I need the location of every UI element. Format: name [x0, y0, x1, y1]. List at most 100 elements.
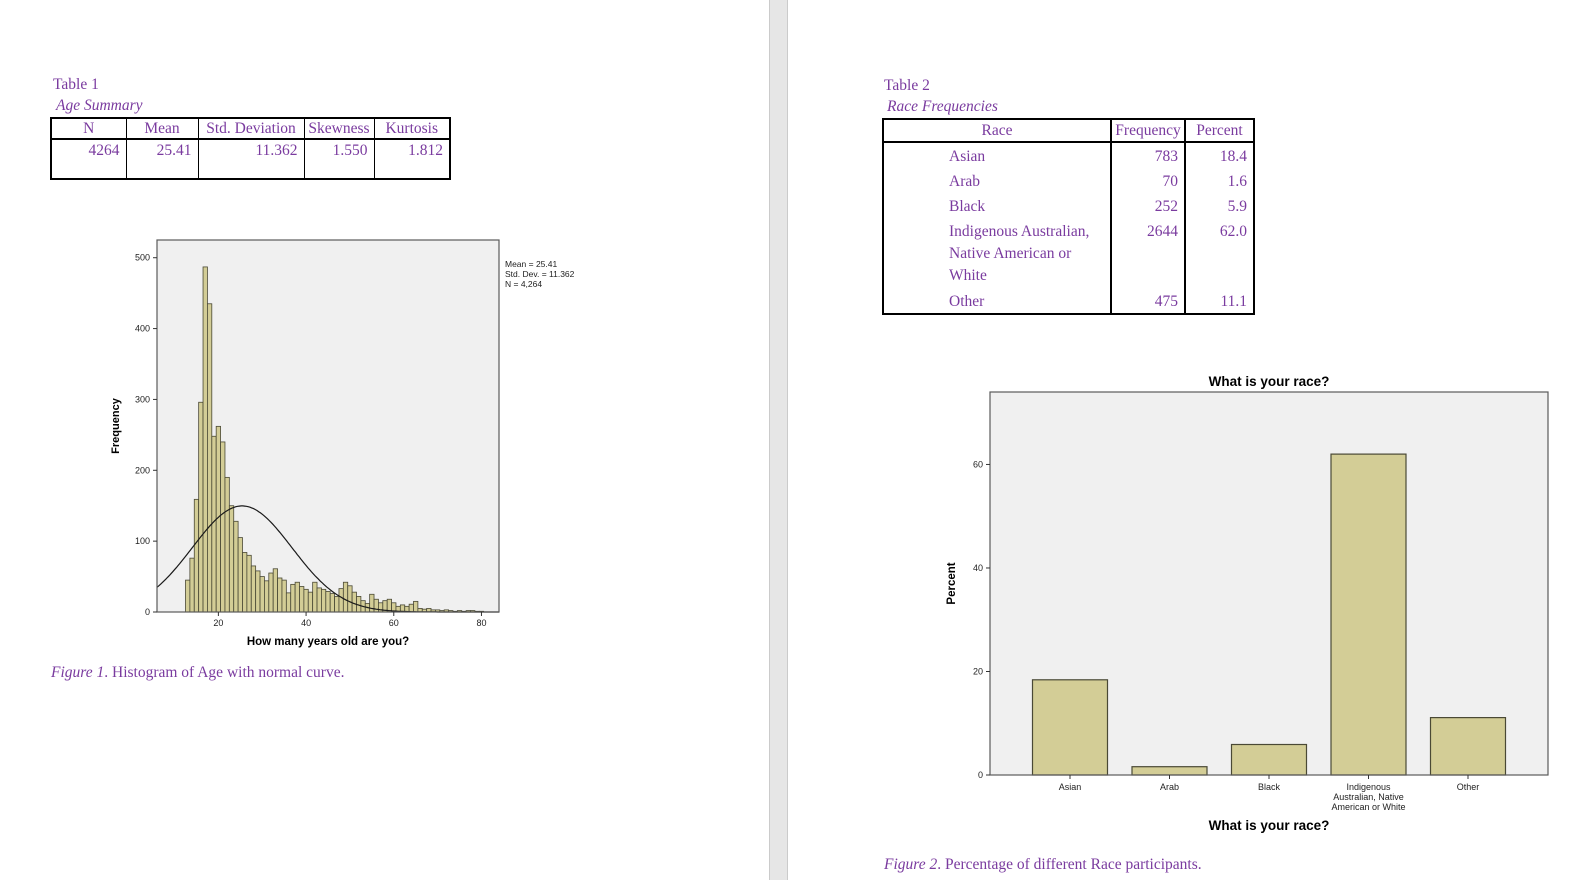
histogram-bar: [330, 594, 334, 612]
legend-line: Std. Dev. = 11.362: [505, 269, 575, 279]
histogram-bar: [352, 592, 356, 612]
y-tick-label: 20: [973, 666, 983, 676]
document-page-1: Table 1 Age Summary N Mean Std. Deviatio…: [0, 0, 769, 880]
page-gap-divider: [769, 0, 788, 880]
histogram-bar: [317, 588, 321, 612]
histogram-bar: [335, 596, 339, 612]
x-category-label: Australian, Native: [1333, 792, 1404, 802]
header-cell-mean: Mean: [126, 118, 198, 139]
table-row: Asian 783 18.4: [883, 142, 1254, 168]
y-tick-label: 100: [135, 536, 150, 546]
histogram-bar: [269, 573, 273, 612]
histogram-bar: [260, 577, 264, 612]
chart-title: What is your race?: [1209, 374, 1330, 389]
histogram-bar: [234, 521, 238, 612]
y-tick-label: 0: [978, 770, 983, 780]
figure1-caption: Figure 1. Histogram of Age with normal c…: [51, 664, 344, 682]
header-cell-race: Race: [883, 119, 1111, 142]
histogram-bar: [203, 267, 207, 612]
histogram-bar: [212, 436, 216, 612]
value-cell-stddev: 11.362: [198, 139, 304, 179]
histogram-bar: [321, 589, 325, 612]
table2-number: Table 2: [884, 77, 930, 95]
histogram-bar: [339, 589, 343, 612]
x-category-label: American or White: [1331, 802, 1405, 812]
y-tick-label: 500: [135, 253, 150, 263]
age-histogram-chart: 010020030040050020406080FrequencyHow man…: [100, 235, 600, 660]
x-category-label: Arab: [1160, 782, 1179, 792]
histogram-bar: [343, 582, 347, 612]
y-axis-title: Percent: [946, 562, 958, 604]
table1-number: Table 1: [53, 76, 99, 94]
histogram-bar: [300, 586, 304, 612]
race-bar-chart: 0204060AsianArabBlackIndigenousAustralia…: [935, 365, 1560, 845]
bar-indigenous: [1331, 454, 1406, 775]
histogram-bar: [273, 569, 277, 612]
table2-title: Race Frequencies: [887, 98, 998, 116]
x-axis-title: What is your race?: [1209, 818, 1330, 833]
histogram-bar: [264, 581, 268, 612]
table-header-row: N Mean Std. Deviation Skewness Kurtosis: [51, 118, 450, 139]
figure2-caption-text: . Percentage of different Race participa…: [937, 856, 1201, 873]
histogram-bar: [326, 591, 330, 612]
histogram-bar: [409, 604, 413, 612]
bar-black: [1232, 745, 1307, 776]
table-row: 4264 25.41 11.362 1.550 1.812: [51, 139, 450, 179]
frequency-cell: 70: [1111, 168, 1185, 193]
histogram-bar: [348, 586, 352, 612]
y-axis-title: Frequency: [110, 397, 122, 454]
histogram-bar: [304, 589, 308, 612]
age-summary-table: N Mean Std. Deviation Skewness Kurtosis …: [50, 117, 451, 180]
value-cell-n: 4264: [51, 139, 126, 179]
table-row: Other 475 11.1: [883, 288, 1254, 314]
legend-line: Mean = 25.41: [505, 259, 557, 269]
race-cell: Asian: [883, 142, 1111, 168]
frequency-cell: 252: [1111, 193, 1185, 218]
header-cell-frequency: Frequency: [1111, 119, 1185, 142]
header-cell-stddev: Std. Deviation: [198, 118, 304, 139]
x-category-label: Black: [1258, 782, 1281, 792]
header-cell-n: N: [51, 118, 126, 139]
value-cell-kurtosis: 1.812: [374, 139, 450, 179]
table-header-row: Race Frequency Percent: [883, 119, 1254, 142]
figure2-caption-label: Figure 2: [884, 856, 937, 873]
histogram-bar: [229, 506, 233, 612]
race-cell: Black: [883, 193, 1111, 218]
table-row: Black 252 5.9: [883, 193, 1254, 218]
bar-arab: [1132, 767, 1207, 775]
bar-other: [1431, 718, 1506, 775]
histogram-bar: [247, 555, 251, 612]
histogram-bar: [190, 558, 194, 612]
header-cell-percent: Percent: [1185, 119, 1254, 142]
x-tick-label: 60: [389, 618, 399, 628]
header-cell-kurtosis: Kurtosis: [374, 118, 450, 139]
y-tick-label: 40: [973, 563, 983, 573]
x-axis-title: How many years old are you?: [247, 636, 409, 648]
x-category-label: Indigenous: [1346, 782, 1391, 792]
histogram-bar: [256, 571, 260, 612]
race-cell: Arab: [883, 168, 1111, 193]
value-cell-mean: 25.41: [126, 139, 198, 179]
table-row: Arab 70 1.6: [883, 168, 1254, 193]
histogram-bar: [370, 594, 374, 612]
race-frequencies-table: Race Frequency Percent Asian 783 18.4 Ar…: [882, 118, 1255, 315]
frequency-cell: 783: [1111, 142, 1185, 168]
percent-cell: 1.6: [1185, 168, 1254, 193]
histogram-bar: [243, 552, 247, 612]
header-cell-skewness: Skewness: [304, 118, 374, 139]
histogram-bar: [308, 592, 312, 612]
figure2-caption: Figure 2. Percentage of different Race p…: [884, 856, 1202, 874]
histogram-bar: [374, 599, 378, 612]
percent-cell: 11.1: [1185, 288, 1254, 314]
histogram-bar: [291, 584, 295, 612]
x-tick-label: 80: [476, 618, 486, 628]
histogram-bar: [378, 603, 382, 612]
percent-cell: 62.0: [1185, 218, 1254, 288]
y-tick-label: 200: [135, 465, 150, 475]
y-tick-label: 300: [135, 394, 150, 404]
histogram-bar: [278, 578, 282, 612]
y-tick-label: 60: [973, 459, 983, 469]
histogram-bar: [286, 593, 290, 612]
percent-cell: 18.4: [1185, 142, 1254, 168]
histogram-bar: [225, 477, 229, 612]
